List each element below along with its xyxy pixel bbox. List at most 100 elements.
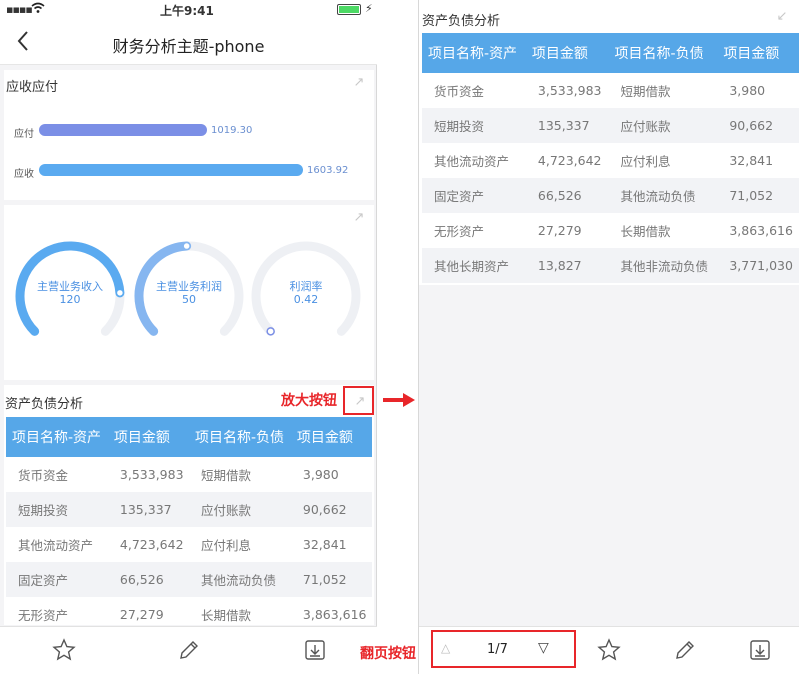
table-cell: 短期借款	[620, 84, 671, 99]
bar-receivable	[39, 164, 303, 176]
balance-title: 资产负债分析	[5, 397, 84, 412]
table-cell: 27,279	[119, 607, 164, 622]
ar-ap-title: 应收应付	[6, 80, 59, 95]
table-cell: 13,827	[525, 248, 609, 283]
bar-value-receivable: 1603.92	[307, 165, 349, 176]
edit-icon[interactable]	[673, 638, 697, 662]
table-row: 其他长期资产 13,827 其他非流动负债 3,771,030	[422, 248, 799, 283]
table-cell: 短期投资	[6, 492, 108, 527]
table-cell: 66,526	[107, 562, 189, 597]
wifi-icon	[31, 2, 45, 17]
col-header: 项目名称-负债	[188, 417, 291, 457]
table-cell: 其他流动负债	[608, 178, 718, 213]
col-header: 项目金额	[717, 33, 799, 73]
col-header: 项目名称-资产	[6, 417, 108, 457]
gauge-label-margin: 利润率	[289, 280, 323, 293]
table-cell: 固定资产	[6, 562, 108, 597]
table-cell: 其他非流动负债	[608, 248, 718, 283]
table-row: 固定资产 66,526 其他流动负债 71,052	[6, 562, 372, 597]
table-cell: 固定资产	[422, 178, 526, 213]
table-cell: 其他长期资产	[422, 248, 526, 283]
table-cell: 应付账款	[188, 492, 291, 527]
table-cell: 应付账款	[608, 108, 718, 143]
status-bar: ▪▪▪▪ 上午9:41 ⚡	[0, 0, 377, 20]
table-cell: 3,980	[302, 467, 339, 482]
table-row: 固定资产 66,526 其他流动负债 71,052	[422, 178, 799, 213]
collapse-icon[interactable]: ↙	[775, 10, 789, 24]
table-cell: 3,863,616	[729, 223, 793, 238]
zoom-button-highlight[interactable]	[343, 386, 374, 415]
table-cell: 其他流动资产	[18, 538, 94, 553]
table-row: 无形资产 27,279 长期借款 3,863,616	[422, 213, 799, 248]
table-row: 其他流动资产 4,723,642 应付利息 32,841	[6, 527, 372, 562]
bar-label-payable: 应付	[14, 129, 34, 140]
col-header: 项目名称-资产	[422, 33, 526, 73]
gauge-value-margin: 0.42	[293, 293, 319, 306]
gauge-knob	[182, 241, 191, 251]
table-cell: 3,980	[729, 83, 766, 98]
table-cell: 3,533,983	[119, 467, 184, 482]
bar-payable	[39, 124, 207, 136]
table-cell: 货币资金	[434, 84, 485, 99]
table-cell: 其他流动负债	[188, 562, 291, 597]
table-cell: 135,337	[525, 108, 609, 143]
table-cell: 3,533,983	[537, 83, 602, 98]
table-row: 其他流动资产 4,723,642 应付利息 32,841	[422, 143, 799, 178]
table-cell: 4,723,642	[537, 153, 602, 168]
table-cell: 无形资产	[434, 224, 485, 239]
balance-card: 资产负债分析 ↗ 项目名称-资产 项目金额 项目名称-负债 项目金额 货币资金 3…	[4, 385, 374, 625]
bottom-toolbar	[0, 626, 377, 674]
table-cell: 66,526	[525, 178, 609, 213]
gauge-label-profit: 主营业务利润	[156, 280, 222, 293]
nav-bar: 财务分析主题-phone	[0, 20, 377, 65]
balance-title: 资产负债分析	[422, 14, 501, 29]
table-cell: 其他流动资产	[434, 154, 510, 169]
table-cell: 长期借款	[200, 608, 251, 623]
battery-icon	[337, 4, 361, 15]
table-row: 短期投资 135,337 应付账款 90,662	[6, 492, 372, 527]
gauge-value-profit: 50	[182, 293, 196, 306]
signal-icon: ▪▪▪▪	[6, 3, 33, 16]
table-row: 货币资金 3,533,983 短期借款 3,980	[422, 73, 799, 108]
star-icon[interactable]	[597, 638, 621, 662]
table-cell: 短期投资	[422, 108, 526, 143]
download-icon[interactable]	[303, 638, 327, 662]
col-header: 项目金额	[290, 417, 372, 457]
table-cell: 应付利息	[200, 538, 251, 553]
phone-screen-main: ▪▪▪▪ 上午9:41 ⚡ 财务分析主题-phone 应收应付 ↗ 应付 101…	[0, 0, 377, 674]
ar-ap-card: 应收应付 ↗ 应付 1019.30 应收 1603.92	[4, 70, 374, 200]
back-icon[interactable]	[16, 30, 36, 54]
col-header: 项目金额	[525, 33, 609, 73]
edit-icon[interactable]	[177, 638, 201, 662]
table-cell: 90,662	[717, 108, 799, 143]
col-header: 项目名称-负债	[608, 33, 718, 73]
table-cell: 4,723,642	[119, 537, 184, 552]
star-icon[interactable]	[52, 638, 76, 662]
table-cell: 短期借款	[200, 468, 251, 483]
pager-highlight	[431, 630, 576, 668]
gauge-knob	[266, 327, 275, 336]
gauge-label-revenue: 主营业务收入	[37, 280, 103, 293]
balance-card-zoomed: 资产负债分析 ↙ 项目名称-资产 项目金额 项目名称-负债 项目金额 货币资金 3…	[419, 0, 799, 285]
table-cell: 135,337	[107, 492, 189, 527]
table-cell: 32,841	[729, 153, 774, 168]
charging-icon: ⚡	[365, 2, 373, 15]
page-title: 财务分析主题-phone	[112, 37, 265, 56]
table-cell: 71,052	[717, 178, 799, 213]
table-row: 无形资产 27,279 长期借款 3,863,616	[6, 597, 372, 625]
gauge-card: ↗ 主营业务收入 120 主营业务利润 50 利润率 0.42	[4, 205, 374, 380]
table-cell: 长期借款	[620, 224, 671, 239]
table-cell: 3,863,616	[302, 607, 367, 622]
expand-icon[interactable]: ↗	[352, 76, 366, 90]
table-cell: 无形资产	[18, 608, 69, 623]
zoom-button-annotation: 放大按钮	[281, 393, 337, 409]
table-cell: 应付利息	[620, 154, 671, 169]
arrow-right-icon	[383, 393, 415, 407]
table-cell: 3,771,030	[717, 248, 799, 283]
gauge-knob	[115, 288, 125, 298]
table-cell: 71,052	[290, 562, 372, 597]
balance-table: 项目名称-资产 项目金额 项目名称-负债 项目金额 货币资金 3,533,983 短…	[6, 417, 372, 625]
download-icon[interactable]	[748, 638, 772, 662]
table-cell: 90,662	[290, 492, 372, 527]
table-cell: 货币资金	[18, 468, 69, 483]
